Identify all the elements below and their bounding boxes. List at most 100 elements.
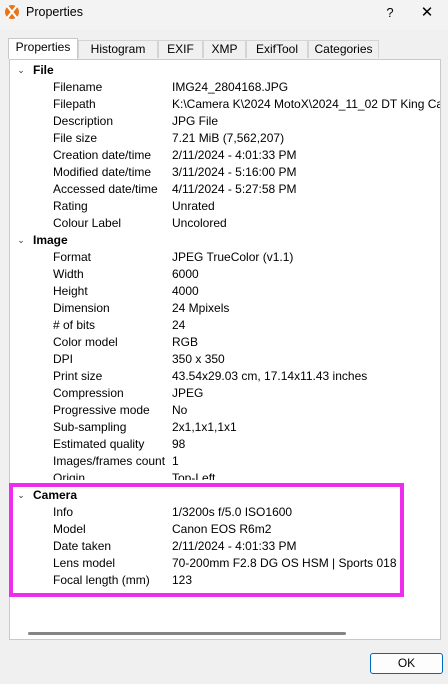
property-value: Unrated [172, 199, 215, 213]
property-row[interactable]: Dimension 24 Mpixels [10, 300, 440, 317]
property-label: Print size [53, 369, 103, 383]
property-label: Estimated quality [53, 437, 145, 451]
property-value: RGB [172, 335, 199, 349]
property-value: 24 [172, 318, 186, 332]
property-label: Dimension [53, 301, 110, 315]
property-row[interactable]: Creation date/time 2/11/2024 - 4:01:33 PM [10, 147, 440, 164]
property-label: Filename [53, 80, 103, 94]
property-label: File size [53, 131, 98, 145]
property-value: Top-Left [172, 471, 216, 480]
property-value: 98 [172, 437, 186, 451]
properties-panel: ⌄ File Filename IMG24_2804168.JPG Filepat… [9, 59, 441, 640]
property-row[interactable]: Color model RGB [10, 334, 440, 351]
property-row[interactable]: Print size 43.54x29.03 cm, 17.14x11.43 in… [10, 368, 440, 385]
property-value: K:\Camera K\2024 MotoX\2024_11_02 DT Kin… [172, 97, 440, 111]
property-row[interactable]: Filepath K:\Camera K\2024 MotoX\2024_11_0… [10, 96, 440, 113]
group-header-file[interactable]: ⌄ File [10, 62, 440, 79]
property-row[interactable]: Modified date/time 3/11/2024 - 5:16:00 PM [10, 164, 440, 181]
property-value: Uncolored [172, 216, 227, 230]
xnview-app-icon [5, 5, 19, 19]
property-row[interactable]: Images/frames count 1 [10, 453, 440, 470]
scrollbar-thumb[interactable] [28, 632, 346, 635]
property-label: Format [53, 250, 92, 264]
group-header-camera[interactable]: ⌄ Camera [10, 487, 440, 504]
chevron-down-icon[interactable]: ⌄ [15, 232, 27, 249]
property-row[interactable]: Format JPEG TrueColor (v1.1) [10, 249, 440, 266]
property-row[interactable]: Info 1/3200s f/5.0 ISO1600 [10, 504, 440, 521]
property-row[interactable]: Description JPG File [10, 113, 440, 130]
property-row[interactable]: Lens model 70-200mm F2.8 DG OS HSM | Spor… [10, 555, 440, 572]
property-label: Filepath [53, 97, 96, 111]
property-value: 2/11/2024 - 4:01:33 PM [172, 539, 297, 553]
group-header-image[interactable]: ⌄ Image [10, 232, 440, 249]
property-row[interactable]: Colour Label Uncolored [10, 215, 440, 232]
property-row[interactable]: Compression JPEG [10, 385, 440, 402]
tab-exiftool[interactable]: ExifTool [246, 40, 308, 58]
property-value: No [172, 403, 188, 417]
close-button[interactable]: ✕ [414, 2, 440, 24]
tab-histogram[interactable]: Histogram [78, 40, 158, 58]
property-tree[interactable]: ⌄ File Filename IMG24_2804168.JPG Filepat… [10, 60, 440, 620]
property-value: 4/11/2024 - 5:27:58 PM [172, 182, 297, 196]
property-value: 123 [172, 573, 193, 587]
property-label: Sub-sampling [53, 420, 127, 434]
property-value: 350 x 350 [172, 352, 225, 366]
tab-exif[interactable]: EXIF [158, 40, 203, 58]
property-row[interactable]: Sub-sampling 2x1,1x1,1x1 [10, 419, 440, 436]
property-value: 1 [172, 454, 179, 468]
chevron-down-icon[interactable]: ⌄ [15, 487, 27, 504]
property-row[interactable]: Filename IMG24_2804168.JPG [10, 79, 440, 96]
property-label: Modified date/time [53, 165, 152, 179]
property-value: 4000 [172, 284, 199, 298]
property-label: Color model [53, 335, 118, 349]
property-row[interactable]: Height 4000 [10, 283, 440, 300]
property-value: JPEG TrueColor (v1.1) [172, 250, 294, 264]
property-value: 70-200mm F2.8 DG OS HSM | Sports 018 [172, 556, 397, 570]
property-label: Height [53, 284, 88, 298]
property-row[interactable]: Model Canon EOS R6m2 [10, 521, 440, 538]
group-label-camera: Camera [33, 488, 78, 502]
property-value: Canon EOS R6m2 [172, 522, 272, 536]
property-label: Width [53, 267, 84, 281]
property-value: 2/11/2024 - 4:01:33 PM [172, 148, 297, 162]
window-title: Properties [26, 5, 83, 19]
property-value: 7.21 MiB (7,562,207) [172, 131, 285, 145]
property-label: Rating [53, 199, 88, 213]
property-label: Progressive mode [53, 403, 150, 417]
property-label: Lens model [53, 556, 116, 570]
property-row[interactable]: Rating Unrated [10, 198, 440, 215]
property-value: 24 Mpixels [172, 301, 230, 315]
help-button[interactable]: ? [378, 2, 402, 24]
tab-properties[interactable]: Properties [8, 38, 78, 59]
property-label: Date taken [53, 539, 112, 553]
property-label: # of bits [53, 318, 96, 332]
property-value: 1/3200s f/5.0 ISO1600 [172, 505, 293, 519]
property-label: Images/frames count [53, 454, 166, 468]
tab-xmp[interactable]: XMP [203, 40, 246, 58]
property-label: Creation date/time [53, 148, 152, 162]
property-value: JPG File [172, 114, 219, 128]
property-label: Description [53, 114, 114, 128]
property-row[interactable]: Accessed date/time 4/11/2024 - 5:27:58 PM [10, 181, 440, 198]
tab-categories[interactable]: Categories [308, 40, 379, 58]
property-row[interactable]: DPI 350 x 350 [10, 351, 440, 368]
property-value: 6000 [172, 267, 199, 281]
property-value: IMG24_2804168.JPG [172, 80, 289, 94]
property-label: Origin [53, 471, 86, 480]
property-row[interactable]: Width 6000 [10, 266, 440, 283]
property-row[interactable]: Progressive mode No [10, 402, 440, 419]
property-label: Compression [53, 386, 124, 400]
horizontal-scrollbar[interactable] [11, 621, 439, 639]
property-row[interactable]: Origin Top-Left [10, 470, 440, 480]
property-row[interactable]: Estimated quality 98 [10, 436, 440, 453]
property-row[interactable]: File size 7.21 MiB (7,562,207) [10, 130, 440, 147]
property-row[interactable]: Date taken 2/11/2024 - 4:01:33 PM [10, 538, 440, 555]
property-value: 2x1,1x1,1x1 [172, 420, 237, 434]
property-value: 43.54x29.03 cm, 17.14x11.43 inches [172, 369, 368, 383]
ok-button[interactable]: OK [370, 653, 443, 674]
chevron-down-icon[interactable]: ⌄ [15, 62, 27, 79]
group-label-image: Image [33, 233, 68, 247]
property-row[interactable]: # of bits 24 [10, 317, 440, 334]
property-row[interactable]: Focal length (mm) 123 [10, 572, 440, 589]
property-label: Focal length (mm) [53, 573, 150, 587]
